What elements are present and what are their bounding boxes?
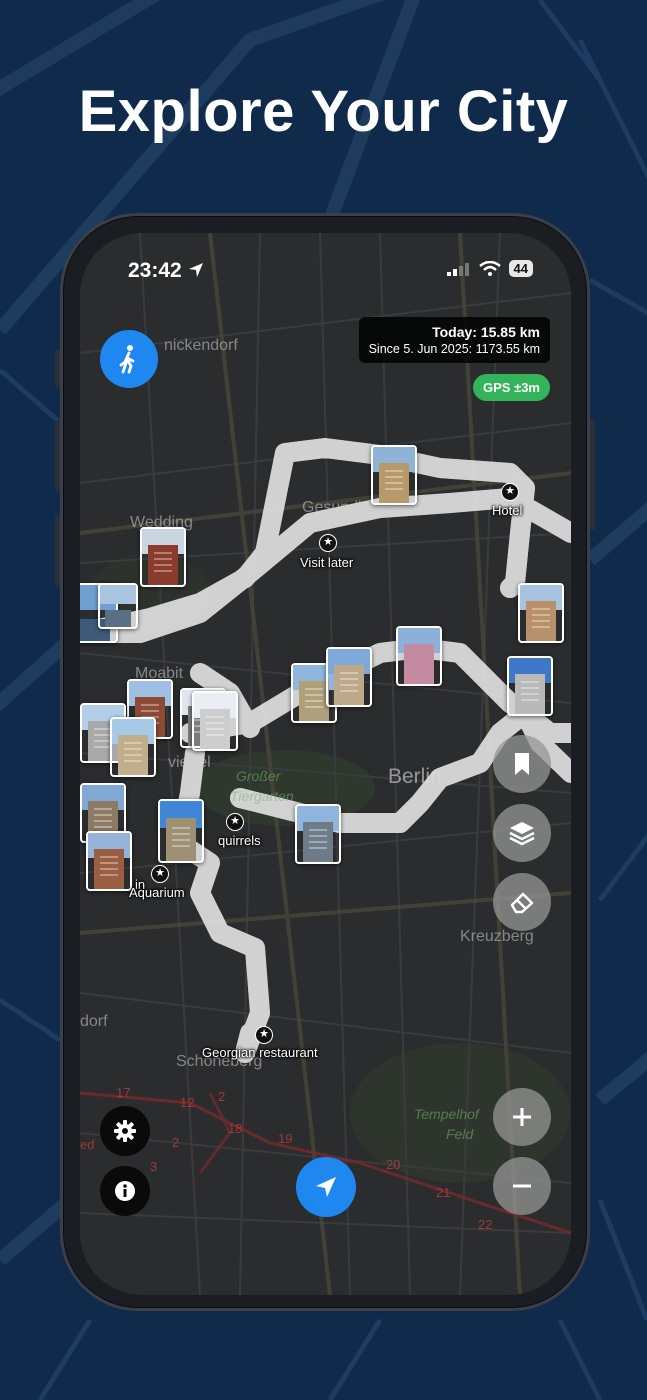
photo-thumbnail[interactable] [86,831,132,891]
walk-icon [119,345,135,374]
photo-thumbnail[interactable] [295,804,341,864]
walk-mode-button[interactable] [100,330,158,388]
headline: Explore Your City [78,79,569,144]
layers-button[interactable] [493,804,551,862]
map-place-tempelhof-1: Tempelhof [414,1106,479,1122]
pin-label[interactable]: Aquarium [129,885,185,900]
distance-stats-panel: Today: 15.85 km Since 5. Jun 2025: 1173.… [358,317,550,363]
pin-icon[interactable]: ★ [226,813,244,831]
photo-thumbnail[interactable] [518,583,564,643]
photo-thumbnail[interactable] [371,445,417,505]
pin-icon[interactable]: ★ [151,865,169,883]
phone-volume-down [55,515,60,587]
pin-label[interactable]: Hotel [492,503,522,518]
photo-thumbnail[interactable] [140,527,186,587]
minus-icon [513,1184,531,1188]
pin-icon[interactable]: ★ [319,534,337,552]
distance-total: Since 5. Jun 2025: 1173.55 km [368,342,540,356]
map-place-berlin: Berlin [388,765,442,788]
phone-power-button [590,420,595,530]
location-services-icon [188,263,203,277]
gps-accuracy-badge: GPS ±3m [473,374,550,401]
locate-me-button[interactable] [296,1157,356,1217]
route-number: 22 [478,1217,493,1232]
phone-mute-switch [55,350,60,388]
status-icons: 44 [446,260,533,277]
route-number: 17 [116,1085,131,1100]
info-icon [115,1181,135,1201]
pin-label[interactable]: quirrels [218,833,261,848]
pin-label[interactable]: Georgian restaurant [202,1045,318,1060]
photo-thumbnail[interactable] [192,691,238,751]
settings-button[interactable] [100,1106,150,1156]
zoom-in-button[interactable] [493,1088,551,1146]
map-place-tiergarten-1: Großer [236,768,281,784]
cellular-signal-icon [446,262,469,276]
battery-indicator: 44 [508,260,533,277]
map-place-reinickendorf: nickendorf [164,337,238,354]
plus-icon [513,1108,531,1126]
layers-icon [509,822,535,846]
route-number: 21 [436,1185,451,1200]
map-place-tempelhof-2: Feld [446,1126,474,1142]
route-number: 3 [150,1159,158,1174]
location-arrow-icon [316,1177,336,1197]
photo-thumbnail[interactable] [110,717,156,777]
route-number: ed [80,1137,95,1152]
route-number: 20 [386,1157,401,1172]
route-number: 2 [172,1135,180,1150]
app-screen: nickendorf Wedding Gesundbrunnen Moabit … [80,233,571,1295]
status-time-text: 23:42 [128,259,182,282]
pin-icon[interactable]: ★ [255,1026,273,1044]
route-number: 18 [228,1121,243,1136]
map-place-wilmersdorf: dorf [80,1013,108,1030]
photo-thumbnail[interactable] [326,647,372,707]
pin-label[interactable]: Visit later [300,555,353,570]
photo-thumbnail[interactable] [507,656,553,716]
map-place-tiergarten-2: Tiergarten [230,788,294,804]
gear-icon [114,1120,136,1142]
map-place-hansaviertel: viertel [168,754,211,771]
photo-thumbnail[interactable] [98,583,138,629]
status-time: 23:42 [128,259,204,283]
eraser-button[interactable] [493,873,551,931]
bookmark-icon [515,753,529,775]
route-number: 12 [180,1095,195,1110]
wifi-icon [478,260,501,276]
phone-volume-up [55,420,60,492]
bookmark-button[interactable] [493,735,551,793]
route-number: 2 [218,1089,226,1104]
photo-thumbnail[interactable] [158,799,204,863]
route-number: 19 [278,1131,293,1146]
zoom-out-button[interactable] [493,1157,551,1215]
pin-icon[interactable]: ★ [501,483,519,501]
distance-today: Today: 15.85 km [432,324,540,340]
info-button[interactable] [100,1166,150,1216]
photo-thumbnail[interactable] [396,626,442,686]
eraser-icon [510,892,534,914]
